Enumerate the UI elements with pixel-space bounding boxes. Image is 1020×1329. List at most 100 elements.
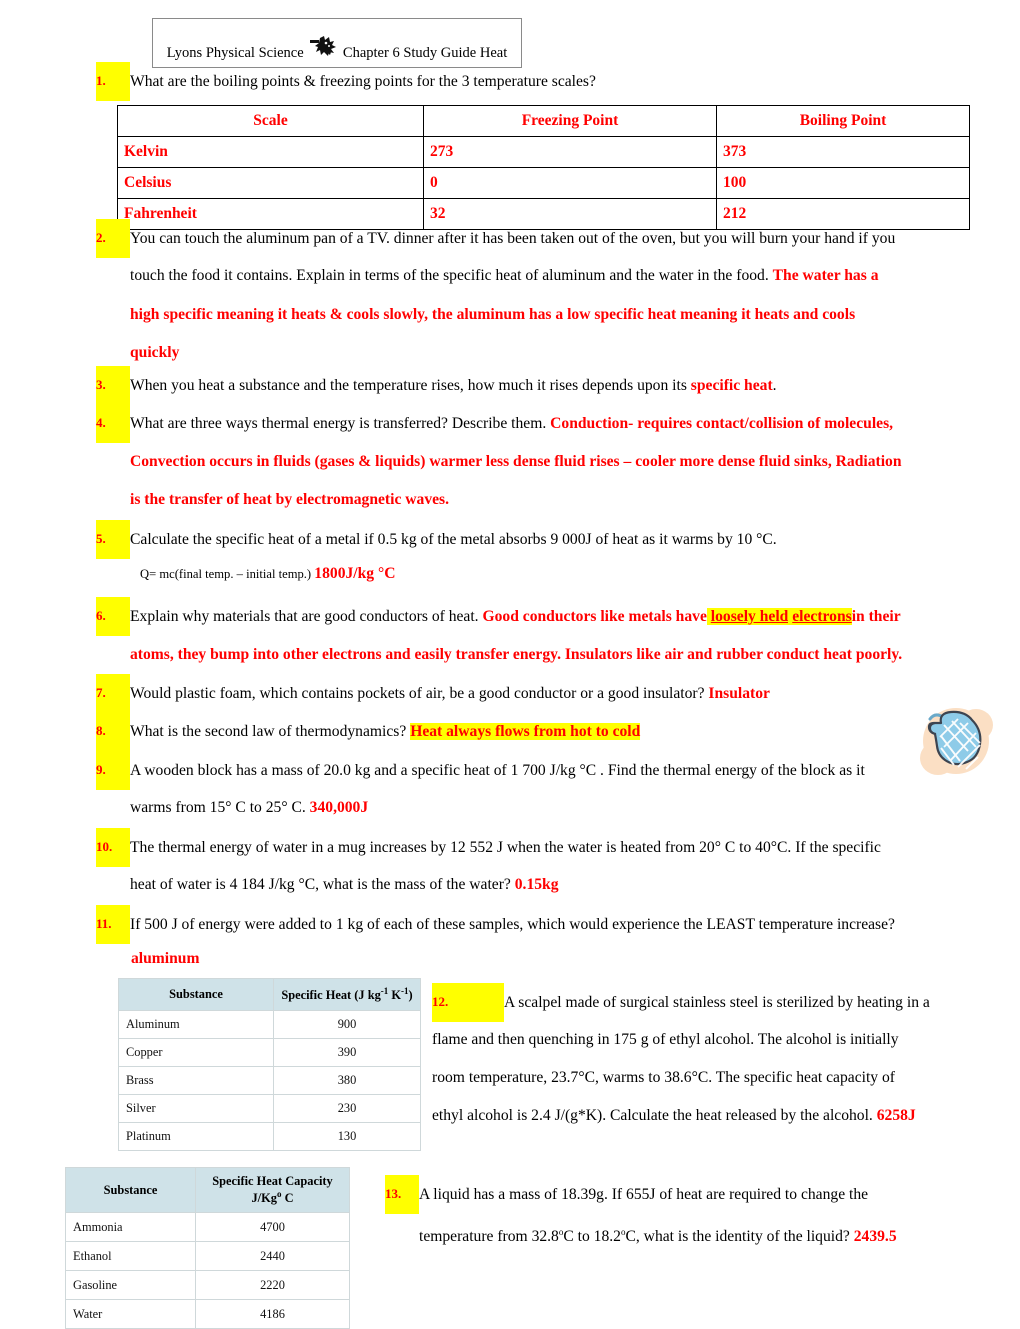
table-row: Brass 380 xyxy=(118,1066,421,1095)
sh-cell-substance: Aluminum xyxy=(118,1010,274,1039)
question-12-prompt-line4: ethyl alcohol is 2.4 J/(g*K). Calculate … xyxy=(432,1107,873,1124)
question-2-answer-part3: quickly xyxy=(130,344,180,361)
question-12-number: 12. xyxy=(432,983,504,1022)
sh-cell-substance: Platinum xyxy=(118,1122,274,1151)
table-row: Copper 390 xyxy=(118,1038,421,1067)
hc-cell-substance: Water xyxy=(65,1299,196,1329)
question-7-prompt: Would plastic foam, which contains pocke… xyxy=(130,685,705,702)
question-12-answer: 6258J xyxy=(876,1107,916,1124)
question-3-tail: . xyxy=(772,377,777,394)
question-6-prompt: Explain why materials that are good cond… xyxy=(130,608,479,625)
question-6-highlight-1: loosely held xyxy=(710,608,789,625)
question-7: 7. Would plastic foam, which contains poc… xyxy=(96,674,1006,714)
question-9-prompt-line2: warms from 15° C to 25° C. xyxy=(130,799,306,816)
question-11-prompt: If 500 J of energy were added to 1 kg of… xyxy=(130,916,895,933)
question-6-highlight-2: electrons xyxy=(792,608,852,625)
sh-cell-value: 900 xyxy=(273,1010,421,1039)
hc-header-line2b: C xyxy=(281,1191,294,1206)
sh-cell-value: 230 xyxy=(273,1094,421,1123)
question-10-line2: heat of water is 4 184 J/kg °C, what is … xyxy=(130,866,1020,905)
table-header-row: Substance Specific Heat Capacity J/Kgo C xyxy=(65,1166,350,1214)
specific-heat-table: Substance Specific Heat (J kg-1 K-1) Alu… xyxy=(118,978,421,1151)
table-header-row: Substance Specific Heat (J kg-1 K-1) xyxy=(118,978,421,1011)
question-4-line3: is the transfer of heat by electromagnet… xyxy=(130,481,1020,520)
question-3-answer: specific heat xyxy=(690,377,773,394)
question-9-prompt-line1: A wooden block has a mass of 20.0 kg and… xyxy=(130,762,865,779)
question-8-prompt: What is the second law of thermodynamics… xyxy=(130,723,407,740)
question-2-number: 2. xyxy=(96,219,130,258)
question-1: 1. What are the boiling points & freezing… xyxy=(96,62,996,102)
question-3: 3. When you heat a substance and the temp… xyxy=(96,366,1006,406)
question-6-answer-line2: atoms, they bump into other electrons an… xyxy=(130,646,903,663)
question-13-line2: temperature from 32.8oC to 18.2oC, what … xyxy=(419,1213,989,1257)
header-right-text: Chapter 6 Study Guide Heat xyxy=(342,45,508,61)
hc-header-line1: Specific Heat Capacity xyxy=(212,1174,333,1188)
temp-header-freezing: Freezing Point xyxy=(423,105,717,137)
sh-header-value: Specific Heat (J kg-1 K-1) xyxy=(273,978,421,1011)
question-5: 5. Calculate the specific heat of a metal… xyxy=(96,520,1006,560)
sh-header-mid: K xyxy=(388,988,402,1003)
temperature-scale-table: Scale Freezing Point Boiling Point Kelvi… xyxy=(117,105,970,230)
question-13-number: 13. xyxy=(385,1175,419,1214)
question-7-answer: Insulator xyxy=(708,685,770,702)
hc-cell-substance: Ethanol xyxy=(65,1241,196,1272)
hc-header-line2a: J/Kg xyxy=(251,1191,277,1206)
question-5-work-line: Q= mc(final temp. – initial temp.) 1800J… xyxy=(140,565,395,583)
sh-cell-value: 380 xyxy=(273,1066,421,1095)
question-6-line2: atoms, they bump into other electrons an… xyxy=(130,636,1020,675)
question-10-number: 10. xyxy=(96,828,130,867)
sh-header-sup2: -1 xyxy=(401,985,409,996)
question-10-prompt-line2: heat of water is 4 184 J/kg °C, what is … xyxy=(130,876,511,893)
question-5-number: 5. xyxy=(96,520,130,559)
table-row: Ammonia 4700 xyxy=(65,1212,350,1243)
document-header-box: Lyons Physical Science Chapter 6 Study G… xyxy=(152,18,522,68)
table-row: Water 4186 xyxy=(65,1299,350,1329)
hc-cell-value: 2440 xyxy=(195,1241,350,1272)
question-4-prompt: What are three ways thermal energy is tr… xyxy=(130,415,547,432)
table-header-row: Scale Freezing Point Boiling Point xyxy=(117,105,970,137)
question-9: 9. A wooden block has a mass of 20.0 kg a… xyxy=(96,751,1006,791)
hc-header-value: Specific Heat Capacity J/Kgo C xyxy=(195,1166,350,1214)
sun-burst-icon xyxy=(309,35,337,57)
temp-cell-freezing: 0 xyxy=(423,167,717,199)
question-12-prompt-line1: A scalpel made of surgical stainless ste… xyxy=(504,994,930,1011)
header-left-text: Lyons Physical Science xyxy=(166,45,304,61)
question-11-answer: aluminum xyxy=(131,950,200,967)
question-6: 6. Explain why materials that are good co… xyxy=(96,597,1016,637)
hc-cell-value: 2220 xyxy=(195,1270,350,1301)
hc-header-substance: Substance xyxy=(65,1166,196,1214)
question-13-prompt-line2c: C, what is the identity of the liquid? xyxy=(625,1228,850,1246)
table-row: Gasoline 2220 xyxy=(65,1270,350,1301)
sh-cell-substance: Copper xyxy=(118,1038,274,1067)
temp-cell-freezing: 273 xyxy=(423,136,717,168)
question-4-answer-line2: Convection occurs in fluids (gases & liq… xyxy=(130,453,902,470)
table-row: Aluminum 900 xyxy=(118,1010,421,1039)
question-6-answer-part2: in their xyxy=(851,608,901,625)
question-6-answer-part1: Good conductors like metals have xyxy=(482,608,707,625)
sh-cell-substance: Silver xyxy=(118,1094,274,1123)
temp-cell-boiling: 100 xyxy=(716,167,970,199)
question-9-answer: 340,000J xyxy=(309,799,369,816)
question-2-prompt-line1: You can touch the aluminum pan of a TV. … xyxy=(130,230,896,247)
question-5-prompt: Calculate the specific heat of a metal i… xyxy=(130,531,777,548)
question-12-line4: ethyl alcohol is 2.4 J/(g*K). Calculate … xyxy=(432,1097,1002,1136)
question-1-number: 1. xyxy=(96,62,130,101)
question-8-number: 8. xyxy=(96,712,130,751)
question-12: 12. A scalpel made of surgical stainless … xyxy=(432,983,992,1023)
question-9-line2: warms from 15° C to 25° C. 340,000J xyxy=(130,789,1020,828)
heat-capacity-table: Substance Specific Heat Capacity J/Kgo C… xyxy=(65,1166,350,1329)
question-10-answer: 0.15kg xyxy=(514,876,559,893)
question-11-number: 11. xyxy=(96,905,130,944)
question-8: 8. What is the second law of thermodynami… xyxy=(96,712,1006,752)
question-12-line2: flame and then quenching in 175 g of eth… xyxy=(432,1021,992,1060)
question-2-answer-part2: high specific meaning it heats & cools s… xyxy=(130,306,856,323)
sh-header-base: Specific Heat (J kg xyxy=(281,988,381,1003)
temp-cell-scale: Celsius xyxy=(117,167,424,199)
table-row: Celsius 0 100 xyxy=(117,167,970,199)
question-4-answer-line3: is the transfer of heat by electromagnet… xyxy=(130,491,450,508)
question-5-formula: Q= mc(final temp. – initial temp.) xyxy=(140,567,312,581)
header-text: Lyons Physical Science Chapter 6 Study G… xyxy=(153,35,521,61)
question-1-prompt: What are the boiling points & freezing p… xyxy=(130,73,596,90)
question-2-line3: high specific meaning it heats & cools s… xyxy=(130,296,1010,335)
question-4: 4. What are three ways thermal energy is … xyxy=(96,404,1016,444)
